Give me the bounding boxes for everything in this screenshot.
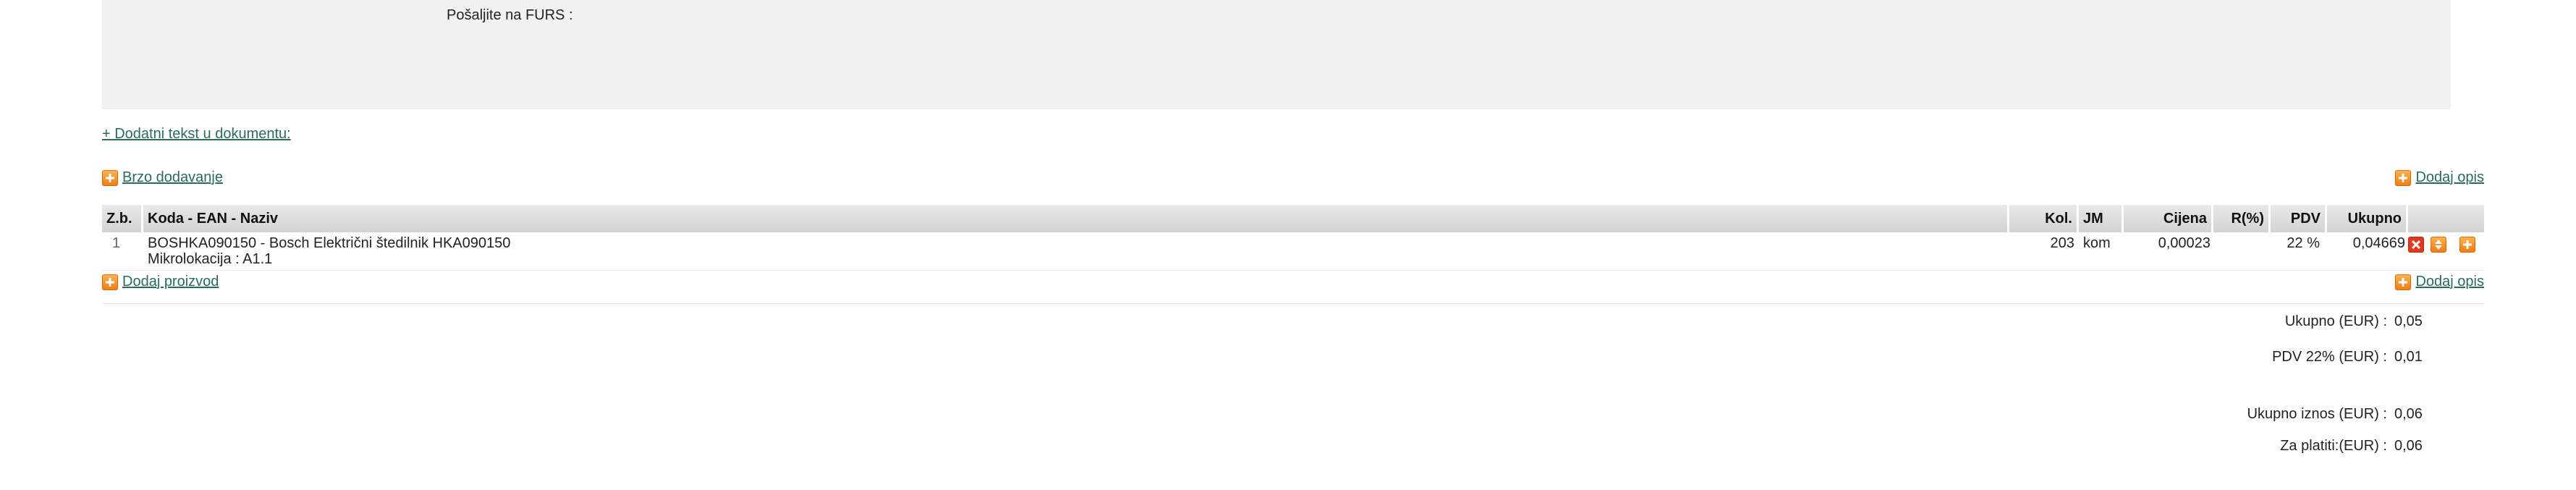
- row-total: 0,04669: [2352, 235, 2405, 251]
- vat-row: PDV 22% (EUR) : 0,01: [1880, 349, 2488, 366]
- plus-icon: [2395, 274, 2412, 290]
- row-vat: 22 %: [2286, 235, 2320, 251]
- move-icon[interactable]: [2431, 237, 2446, 253]
- add-description-bottom-link[interactable]: Dodaj opis: [2415, 274, 2484, 290]
- col-qty: Kol.: [2009, 205, 2079, 232]
- row-price: 0,00023: [2158, 235, 2210, 251]
- to-pay-row: Za platiti:(EUR) : 0,06: [1880, 438, 2488, 455]
- row-qty: 203: [2050, 235, 2074, 251]
- add-description-bottom-row[interactable]: Dodaj opis: [2395, 274, 2484, 290]
- plus-icon: [102, 274, 118, 290]
- col-code-name: Koda - EAN - Naziv: [143, 205, 2009, 232]
- grand-total-value: 0,06: [2394, 406, 2423, 422]
- row-unit: kom: [2083, 235, 2111, 251]
- plus-icon: [102, 169, 118, 186]
- grand-total-label: Ukupno iznos (EUR) :: [2247, 406, 2387, 422]
- delete-icon[interactable]: [2408, 237, 2424, 253]
- subtotal-row: Ukupno (EUR) : 0,05: [1880, 313, 2488, 330]
- add-description-link[interactable]: Dodaj opis: [2415, 169, 2484, 186]
- to-pay-label: Za platiti:(EUR) :: [2280, 438, 2387, 454]
- row-product-name: BOSHKA090150 - Bosch Električni štedilni…: [148, 235, 511, 251]
- grand-total-row: Ukupno iznos (EUR) : 0,06: [1880, 406, 2488, 423]
- items-table-header: Z.b. Koda - EAN - Naziv Kol. JM Cijena R…: [102, 205, 2484, 232]
- subtotal-label: Ukupno (EUR) :: [2284, 313, 2387, 329]
- subtotal-value: 0,05: [2394, 313, 2423, 329]
- vat-label: PDV 22% (EUR) :: [2272, 349, 2387, 365]
- divider: [102, 303, 2484, 304]
- add-description-top-row[interactable]: Dodaj opis: [2395, 169, 2484, 186]
- add-product-link[interactable]: Dodaj proizvod: [122, 274, 219, 290]
- furs-label: Pošaljite na FURS :: [447, 7, 573, 23]
- col-total: Ukupno: [2327, 205, 2408, 232]
- col-price: Cijena: [2124, 205, 2213, 232]
- furs-panel: Pošaljite na FURS :: [102, 0, 2451, 109]
- row-index: 1: [112, 235, 121, 251]
- col-unit: JM: [2079, 205, 2124, 232]
- table-row: 1 BOSHKA090150 - Bosch Električni štedil…: [102, 232, 2484, 271]
- col-discount: R(%): [2213, 205, 2271, 232]
- add-product-row[interactable]: Dodaj proizvod: [102, 274, 219, 290]
- to-pay-value: 0,06: [2394, 438, 2423, 454]
- additional-text-link[interactable]: + Dodatni tekst u dokumentu:: [102, 126, 291, 143]
- col-vat: PDV: [2271, 205, 2327, 232]
- row-microlocation: Mikrolokacija : A1.1: [148, 251, 273, 267]
- plus-icon: [2395, 169, 2412, 186]
- vat-value: 0,01: [2394, 349, 2423, 365]
- col-actions: [2408, 205, 2484, 232]
- col-zb: Z.b.: [102, 205, 143, 232]
- quick-add-row[interactable]: Brzo dodavanje: [102, 169, 223, 186]
- quick-add-link[interactable]: Brzo dodavanje: [122, 169, 223, 186]
- add-below-plus-icon[interactable]: [2459, 237, 2475, 253]
